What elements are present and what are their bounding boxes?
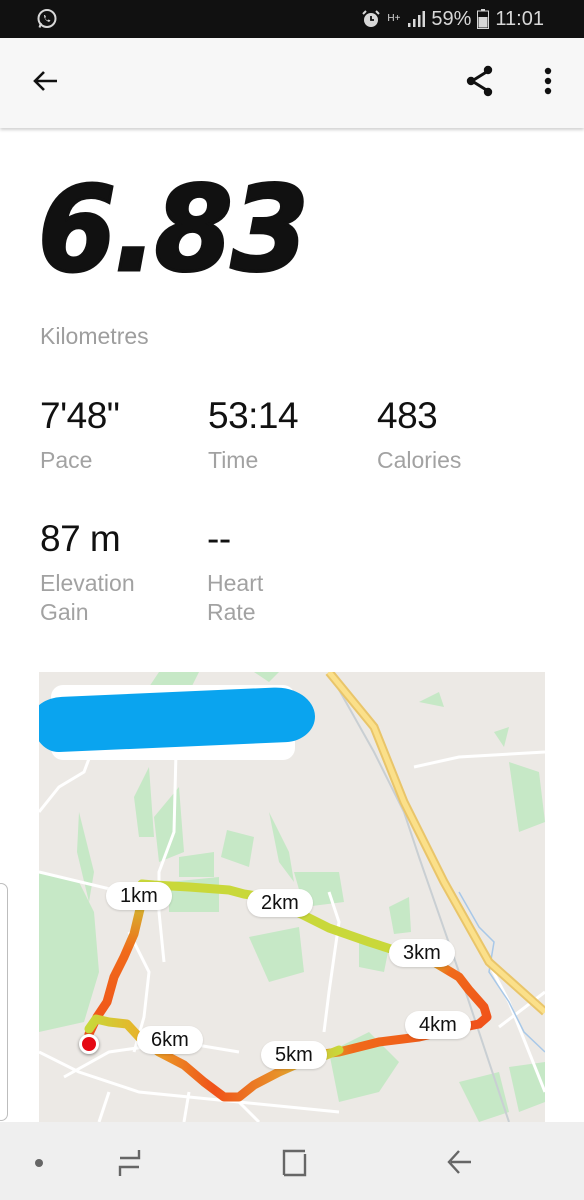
stat-label: Elevation Gain [40,570,135,625]
arrow-left-icon [31,67,59,100]
stat-value: 7'48" [40,395,120,436]
stat-value: 483 [377,395,438,436]
stat-value: 53:14 [208,395,299,436]
alarm-icon [361,9,381,29]
distance-unit: Kilometres [40,323,149,349]
km-marker: 4km [405,1011,471,1039]
dot-indicator-icon[interactable] [22,1146,56,1180]
recent-apps-icon[interactable] [113,1146,147,1180]
network-hplus-icon: H+ [387,13,401,24]
stat-value: 87 m [40,518,121,559]
distance-value: 6.83 [37,160,311,298]
km-marker: 1km [106,882,172,910]
more-vertical-icon [543,66,553,101]
system-nav-bar [0,1122,584,1200]
signal-icon [407,10,426,28]
km-marker: 6km [137,1026,203,1054]
km-marker: 2km [247,889,313,917]
stat-elevation-gain: 87 m Elevation Gain [40,520,170,627]
start-marker [79,1034,99,1054]
stat-heart-rate: -- Heart Rate [207,520,287,627]
km-marker: 5km [261,1041,327,1069]
status-bar: H+ 59% 11:01 [0,0,584,38]
share-icon [464,64,496,103]
stat-pace: 7'48" Pace [40,395,120,475]
back-icon[interactable] [442,1146,476,1180]
clock: 11:01 [495,7,544,30]
share-button[interactable] [460,63,500,103]
stat-label: Pace [40,447,93,473]
app-bar [0,38,584,128]
stat-label: Calories [377,447,462,473]
stat-calories: 483 Calories [377,397,461,475]
km-marker: 3km [389,939,455,967]
stat-label: Heart Rate [207,570,264,625]
stat-label: Time [208,447,259,473]
home-icon[interactable] [277,1146,311,1180]
back-button[interactable] [25,63,65,103]
more-options-button[interactable] [528,63,568,103]
edge-panel-handle[interactable] [0,883,8,1121]
stat-time: 53:14 Time [208,395,299,475]
whatsapp-icon [36,8,58,30]
stat-value: -- [207,518,231,559]
battery-icon [477,9,490,29]
battery-percent: 59% [431,7,472,30]
status-icons: H+ 59% 11:01 [361,6,544,32]
route-map[interactable]: 1km 2km 3km 4km 5km 6km [39,672,545,1122]
